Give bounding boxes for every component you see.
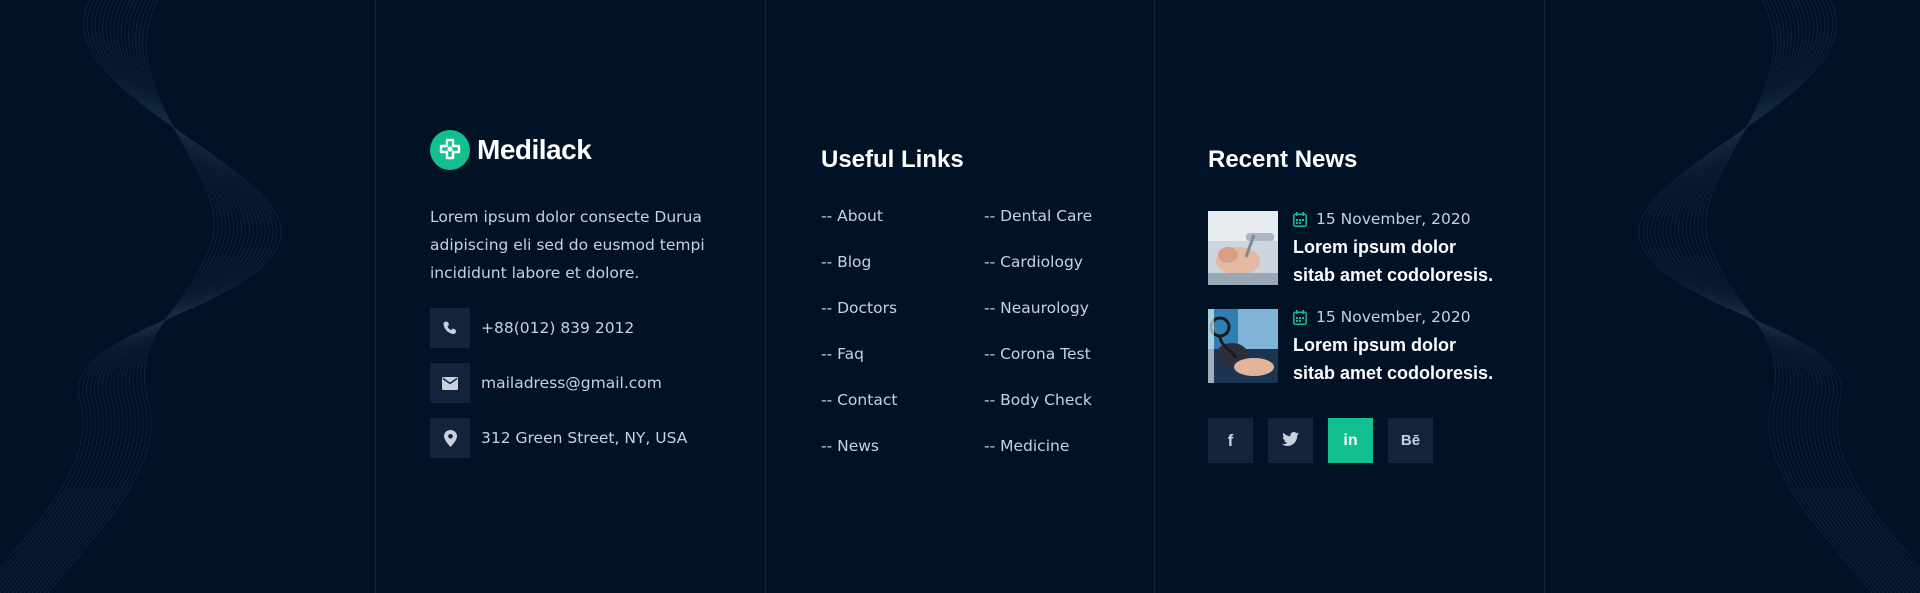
map-pin-icon [430, 418, 470, 458]
brand-name: Medilack [477, 134, 592, 165]
news-item[interactable]: 15 November, 2020 Lorem ipsum dolor sita… [1208, 308, 1503, 387]
news-date-text: 15 November, 2020 [1316, 210, 1471, 228]
column-divider [375, 0, 376, 593]
contact-phone-text: +88(012) 839 2012 [481, 319, 635, 337]
contact-phone[interactable]: +88(012) 839 2012 [430, 308, 634, 348]
column-divider [1544, 0, 1545, 593]
facebook-button[interactable]: f [1208, 418, 1253, 463]
footer-link-faq[interactable]: -- Faq [821, 345, 864, 363]
phone-icon [430, 308, 470, 348]
linkedin-button[interactable]: in [1328, 418, 1373, 463]
footer-link-medicine[interactable]: -- Medicine [984, 437, 1069, 455]
news-thumbnail[interactable] [1208, 211, 1278, 285]
twitter-icon [1282, 431, 1299, 450]
envelope-icon [430, 363, 470, 403]
about-description: Lorem ipsum dolor consecte Durua adipisc… [430, 208, 705, 282]
footer-link-news[interactable]: -- News [821, 437, 879, 455]
news-title-link[interactable]: Lorem ipsum dolor sitab amet codoloresis… [1293, 233, 1503, 289]
behance-button[interactable]: Bē [1388, 418, 1433, 463]
contact-email[interactable]: mailadress@gmail.com [430, 363, 662, 403]
recent-news-title: Recent News [1208, 146, 1358, 173]
brand-logo[interactable]: Medilack [430, 130, 592, 170]
decorative-wave-right [1638, 0, 1920, 593]
behance-icon: Bē [1400, 432, 1421, 449]
footer-link-cardiology[interactable]: -- Cardiology [984, 253, 1083, 271]
facebook-icon: f [1227, 430, 1234, 450]
news-title-link[interactable]: Lorem ipsum dolor sitab amet codoloresis… [1293, 331, 1503, 387]
news-thumbnail[interactable] [1208, 309, 1278, 383]
linkedin-icon: in [1343, 431, 1358, 449]
useful-links-title: Useful Links [821, 146, 964, 173]
footer-link-contact[interactable]: -- Contact [821, 391, 897, 409]
column-divider [1154, 0, 1155, 593]
column-divider [765, 0, 766, 593]
news-date-text: 15 November, 2020 [1316, 308, 1471, 326]
footer-link-neaurology[interactable]: -- Neaurology [984, 299, 1089, 317]
calendar-icon [1293, 309, 1307, 325]
footer-link-dental-care[interactable]: -- Dental Care [984, 207, 1092, 225]
contact-address-text: 312 Green Street, NY, USA [481, 429, 688, 447]
twitter-button[interactable] [1268, 418, 1313, 463]
social-links: f in Bē [1208, 418, 1448, 463]
contact-email-text: mailadress@gmail.com [481, 374, 662, 392]
news-item[interactable]: 15 November, 2020 Lorem ipsum dolor sita… [1208, 210, 1503, 289]
footer-link-about[interactable]: -- About [821, 207, 883, 225]
news-date: 15 November, 2020 [1293, 210, 1503, 228]
footer-link-doctors[interactable]: -- Doctors [821, 299, 897, 317]
footer-link-corona-test[interactable]: -- Corona Test [984, 345, 1091, 363]
footer-link-body-check[interactable]: -- Body Check [984, 391, 1092, 409]
calendar-icon [1293, 211, 1307, 227]
footer-link-blog[interactable]: -- Blog [821, 253, 871, 271]
contact-address[interactable]: 312 Green Street, NY, USA [430, 418, 687, 458]
decorative-wave-left [0, 0, 282, 593]
news-date: 15 November, 2020 [1293, 308, 1503, 326]
medical-cross-icon [430, 130, 470, 170]
